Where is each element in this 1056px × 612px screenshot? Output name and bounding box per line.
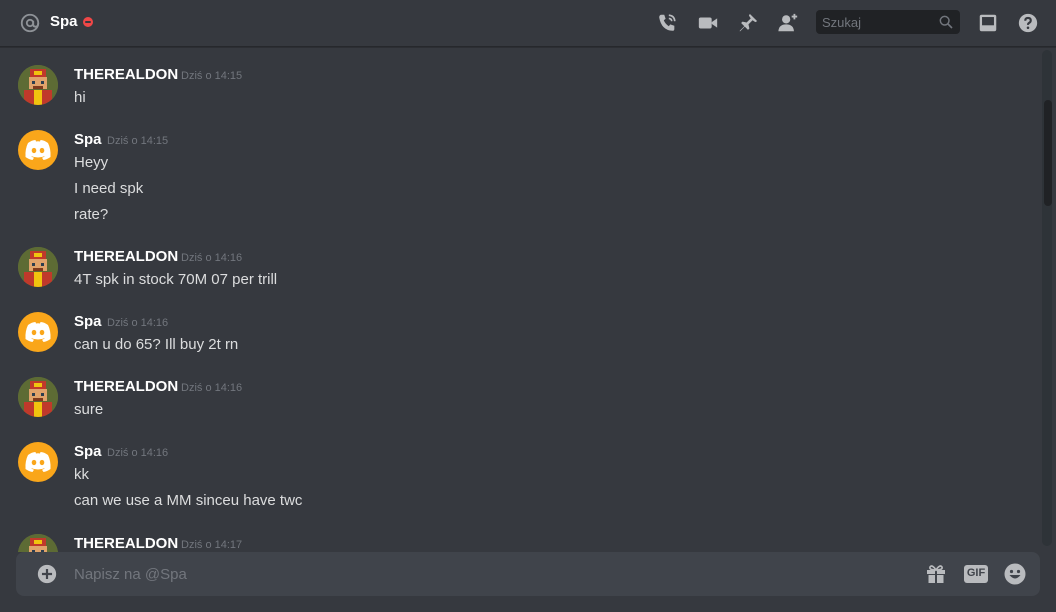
channel-header: Spa: [0, 0, 1056, 47]
emoji-icon[interactable]: [1003, 562, 1027, 586]
message-author[interactable]: Spa: [74, 443, 102, 460]
message-text: kk: [74, 466, 89, 483]
message-text: rate?: [74, 206, 109, 223]
message-timestamp: Dziś o 14:15: [107, 135, 169, 147]
phone-call-icon[interactable]: [656, 12, 678, 34]
gif-label: GIF: [966, 567, 986, 579]
message-timestamp: Dziś o 14:16: [181, 382, 243, 394]
message-text: hi: [74, 89, 86, 106]
add-attachment-icon[interactable]: [36, 563, 58, 585]
message-list: THEREALDON Dziś o 14:15 hi Spa Dziś o 14…: [0, 48, 1040, 552]
avatar[interactable]: [18, 312, 58, 352]
scrollbar-thumb[interactable]: [1044, 100, 1052, 206]
message-input[interactable]: [74, 552, 894, 596]
video-call-icon[interactable]: [697, 12, 719, 34]
pixel-art-avatar-icon: [18, 534, 58, 552]
message-text: sure: [74, 401, 104, 418]
inbox-icon[interactable]: [977, 12, 999, 34]
message-text: I need spk: [74, 180, 144, 197]
gift-icon[interactable]: [924, 562, 948, 586]
message-author[interactable]: THEREALDON: [74, 248, 178, 265]
discord-logo-icon: [25, 140, 51, 160]
search-icon: [939, 15, 953, 29]
discord-logo-icon: [25, 452, 51, 472]
avatar[interactable]: [18, 65, 58, 105]
message-text: Heyy: [74, 154, 109, 171]
dnd-status-icon: [83, 17, 93, 27]
message-timestamp: Dziś o 14:16: [107, 317, 169, 329]
message-text: 4T spk in stock 70M 07 per trill: [74, 271, 278, 288]
at-icon: [20, 13, 40, 33]
discord-logo-icon: [25, 322, 51, 342]
avatar[interactable]: [18, 130, 58, 170]
search-box[interactable]: [816, 10, 960, 34]
add-friend-icon[interactable]: [777, 12, 799, 34]
message-author[interactable]: THEREALDON: [74, 535, 178, 552]
dm-window: Spa Szukaj THEREALDON Dziś o 14:15 hi Sp…: [0, 0, 1056, 612]
pixel-art-avatar-icon: [18, 247, 58, 287]
avatar[interactable]: [18, 442, 58, 482]
message-timestamp: Dziś o 14:17: [181, 539, 243, 551]
message-author[interactable]: Spa: [74, 131, 102, 148]
avatar[interactable]: [18, 534, 58, 552]
avatar[interactable]: [18, 377, 58, 417]
avatar[interactable]: [18, 247, 58, 287]
pin-icon[interactable]: [737, 12, 759, 34]
message-text: can we use a MM sinceu have twc: [74, 492, 303, 509]
dm-recipient-name[interactable]: Spa: [50, 13, 78, 30]
message-timestamp: Dziś o 14:16: [181, 252, 243, 264]
message-timestamp: Dziś o 14:16: [107, 447, 169, 459]
message-author[interactable]: THEREALDON: [74, 378, 178, 395]
pixel-art-avatar-icon: [18, 65, 58, 105]
message-text: can u do 65? Ill buy 2t rn: [74, 336, 239, 353]
search-input[interactable]: [816, 10, 936, 34]
gif-icon[interactable]: GIF: [963, 562, 989, 586]
message-timestamp: Dziś o 14:15: [181, 70, 243, 82]
help-icon[interactable]: [1017, 12, 1039, 34]
message-author[interactable]: THEREALDON: [74, 66, 178, 83]
message-author[interactable]: Spa: [74, 313, 102, 330]
pixel-art-avatar-icon: [18, 377, 58, 417]
